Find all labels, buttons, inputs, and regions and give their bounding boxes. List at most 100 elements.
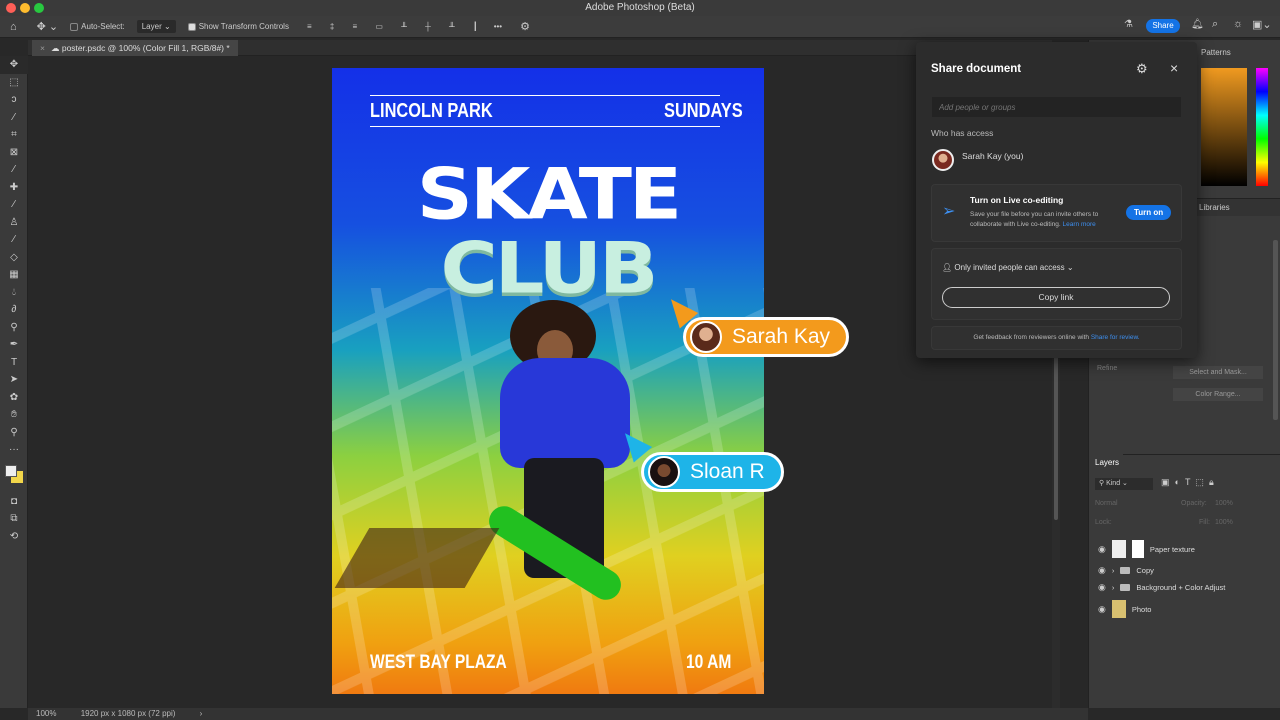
- zoom-tool[interactable]: ⚲: [0, 424, 28, 442]
- blur-tool[interactable]: 💧︎: [0, 284, 28, 302]
- history-brush-tool[interactable]: ∕: [0, 231, 28, 249]
- minimize-window-button[interactable]: [20, 3, 30, 13]
- home-icon[interactable]: ⌂: [10, 21, 17, 33]
- user-name: Sarah Kay (you): [962, 151, 1024, 161]
- send-icon: ➢: [942, 203, 956, 220]
- quick-mask-button[interactable]: ◘: [0, 493, 28, 511]
- learn-more-link[interactable]: Learn more: [1063, 221, 1096, 228]
- cloud-icon: ☁: [50, 43, 62, 53]
- show-transform-checkbox[interactable]: Show Transform Controls: [184, 21, 293, 32]
- beta-flask-icon[interactable]: ⚗: [1124, 19, 1133, 30]
- tab-libraries[interactable]: Libraries: [1199, 203, 1230, 212]
- copy-link-button[interactable]: Copy link: [942, 287, 1170, 308]
- move-tool-preset-icon[interactable]: ✥ ⌄: [37, 20, 59, 33]
- dodge-round-tool[interactable]: ⚲: [0, 319, 28, 337]
- frame-tool[interactable]: ⊠: [0, 144, 28, 162]
- brush-tool[interactable]: ∕: [0, 196, 28, 214]
- foreground-color-swatch[interactable]: [5, 464, 17, 477]
- gear-icon[interactable]: ⚙: [520, 20, 530, 33]
- share-for-review-link[interactable]: Share for review.: [1091, 334, 1140, 341]
- more-options-button[interactable]: •••: [494, 22, 502, 31]
- color-picker-field[interactable]: [1201, 68, 1247, 186]
- fill-value[interactable]: 100%: [1215, 519, 1233, 526]
- opacity-label: Opacity:: [1181, 500, 1207, 507]
- type-tool[interactable]: T: [0, 354, 28, 372]
- title-bar: Adobe Photoshop (Beta): [0, 0, 1280, 16]
- document-tab[interactable]: × ☁ poster.psdc @ 100% (Color Fill 1, RGB…: [32, 40, 238, 56]
- add-people-input[interactable]: [932, 97, 1181, 117]
- layer-filter-icons[interactable]: ▣◐T⬚🔒︎: [1161, 477, 1219, 488]
- layer-name: Photo: [1131, 604, 1152, 614]
- layer-name: Background + Color Adjust: [1136, 582, 1226, 592]
- magic-wand-tool[interactable]: ⁄: [0, 109, 28, 127]
- eye-icon[interactable]: ◉: [1098, 544, 1106, 555]
- stamp-tool[interactable]: ♙: [0, 214, 28, 232]
- search-icon[interactable]: ⌕: [1212, 18, 1218, 31]
- zoom-window-button[interactable]: [34, 3, 44, 13]
- align-icons[interactable]: ≡ ‡ ≡ ▭ ╨ ┼ ╨ ┃: [307, 22, 486, 31]
- layer-filter-select[interactable]: ⚲ Kind ⌄: [1095, 478, 1153, 490]
- eye-icon[interactable]: ◉: [1098, 565, 1106, 576]
- eyedropper-tool[interactable]: ⁄: [0, 161, 28, 179]
- collaborator-name: Sloan R: [690, 460, 765, 483]
- eye-icon[interactable]: ◉: [1098, 582, 1106, 593]
- layer-select[interactable]: Layer ⌄: [136, 20, 176, 33]
- people-icon: 👤︎: [942, 263, 953, 272]
- crop-tool[interactable]: ⌗: [0, 126, 28, 144]
- pen-tool[interactable]: ✒: [0, 336, 28, 354]
- close-tab-icon[interactable]: ×: [40, 43, 45, 53]
- layer-row-photo[interactable]: ◉ Photo: [1090, 598, 1280, 620]
- close-icon[interactable]: ×: [1170, 60, 1178, 76]
- path-select-tool[interactable]: ➤: [0, 371, 28, 389]
- shape-tool[interactable]: ✿: [0, 389, 28, 407]
- layer-row-copy[interactable]: ◉ › Copy: [1090, 561, 1280, 579]
- poster-bottom-left-text: WEST BAY PLAZA: [370, 652, 507, 673]
- eye-icon[interactable]: ◉: [1098, 604, 1106, 615]
- generative-icon[interactable]: ⟲: [0, 528, 28, 546]
- folder-icon: [1120, 583, 1131, 591]
- color-swatches[interactable]: [0, 459, 27, 493]
- close-window-button[interactable]: [6, 3, 16, 13]
- screen-mode-button[interactable]: ⧉: [0, 510, 28, 528]
- hand-tool[interactable]: ✋︎: [0, 406, 28, 424]
- poster-headline-club: CLUB: [440, 228, 659, 310]
- auto-select-label: Auto-Select:: [81, 22, 125, 31]
- dodge-tool[interactable]: ∂: [0, 301, 28, 319]
- tab-patterns[interactable]: Patterns: [1201, 48, 1231, 57]
- blend-mode-select[interactable]: Normal: [1095, 500, 1118, 507]
- lasso-tool[interactable]: ↄ: [0, 91, 28, 109]
- feedback-text: Get feedback from reviewers online with: [973, 334, 1089, 341]
- move-tool[interactable]: ✥: [0, 56, 28, 74]
- access-dropdown[interactable]: 👤︎ Only invited people can access ⌄: [942, 263, 1074, 272]
- hue-slider[interactable]: [1256, 68, 1268, 186]
- show-transform-label: Show Transform Controls: [198, 22, 289, 31]
- bell-icon[interactable]: 🔔︎: [1191, 19, 1204, 30]
- healing-tool[interactable]: ✚: [0, 179, 28, 197]
- expand-icon[interactable]: ›: [1112, 583, 1115, 592]
- layer-row-background[interactable]: ◉ › Background + Color Adjust: [1090, 578, 1280, 596]
- opacity-value[interactable]: 100%: [1215, 500, 1233, 507]
- properties-scrollbar[interactable]: [1273, 240, 1278, 420]
- auto-select-checkbox[interactable]: Auto-Select:: [66, 21, 129, 32]
- lightbulb-icon[interactable]: ☼: [1233, 18, 1243, 30]
- gear-icon[interactable]: ⚙: [1136, 61, 1148, 77]
- gradient-tool[interactable]: ▦: [0, 266, 28, 284]
- turn-on-button[interactable]: Turn on: [1126, 205, 1172, 220]
- more-tools-button[interactable]: ···: [0, 441, 28, 459]
- select-and-mask-button[interactable]: Select and Mask...: [1173, 366, 1263, 379]
- live-coediting-card: ➢ Turn on Live co-editing Save your file…: [931, 184, 1182, 242]
- live-coediting-title: Turn on Live co-editing: [970, 195, 1064, 205]
- tab-layers[interactable]: Layers: [1089, 454, 1123, 472]
- zoom-level[interactable]: 100%: [36, 709, 56, 718]
- layer-row-paper-texture[interactable]: ◉ Paper texture: [1090, 538, 1280, 560]
- poster-artwork[interactable]: LINCOLN PARK SUNDAYS SKATE CLUB WEST BAY…: [332, 68, 764, 694]
- expand-icon[interactable]: ›: [1112, 566, 1115, 575]
- workspace-icon[interactable]: ▣⌄: [1252, 18, 1272, 31]
- status-bar: 100% 1920 px x 1080 px (72 ppi) ›: [28, 708, 1088, 720]
- color-range-button[interactable]: Color Range...: [1173, 388, 1263, 401]
- eraser-tool[interactable]: ◇: [0, 249, 28, 267]
- status-expand-icon[interactable]: ›: [200, 709, 203, 718]
- share-button[interactable]: Share: [1146, 19, 1180, 33]
- marquee-tool[interactable]: ⬚: [0, 74, 28, 92]
- layer-thumbnail: [1111, 540, 1126, 558]
